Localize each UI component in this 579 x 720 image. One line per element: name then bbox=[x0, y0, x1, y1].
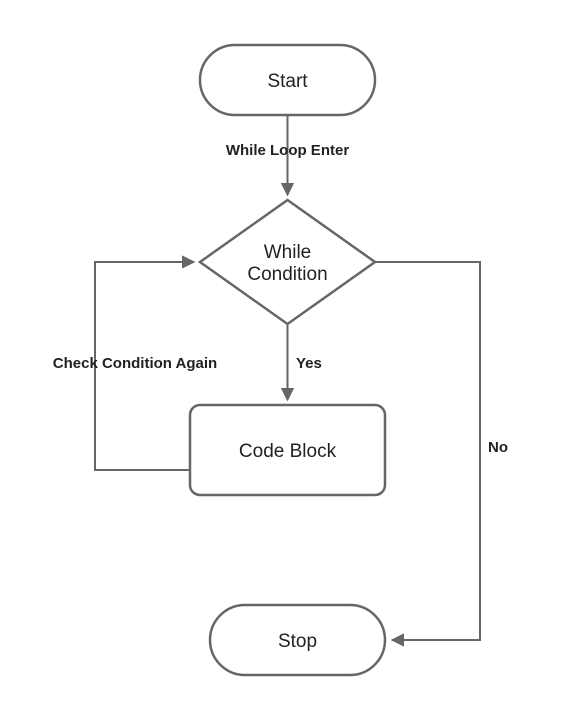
edge-yes: Yes bbox=[288, 324, 322, 400]
edge-no-label: No bbox=[488, 439, 508, 456]
start-label: Start bbox=[267, 71, 308, 92]
condition-label-line2: Condition bbox=[247, 264, 327, 285]
edge-no: No bbox=[375, 262, 508, 640]
start-node: Start bbox=[200, 45, 375, 115]
edge-loop-back-label: Check Condition Again bbox=[53, 355, 217, 372]
edge-enter-label: While Loop Enter bbox=[226, 142, 349, 159]
edge-yes-label: Yes bbox=[296, 355, 322, 372]
code-block-label: Code Block bbox=[239, 441, 337, 462]
while-loop-flowchart: Start While Loop Enter While Condition Y… bbox=[0, 0, 579, 720]
edge-enter: While Loop Enter bbox=[226, 115, 349, 195]
stop-label: Stop bbox=[278, 631, 317, 652]
stop-node: Stop bbox=[210, 605, 385, 675]
condition-node: While Condition bbox=[200, 200, 375, 324]
condition-label-line1: While bbox=[264, 242, 312, 263]
code-block-node: Code Block bbox=[190, 405, 385, 495]
